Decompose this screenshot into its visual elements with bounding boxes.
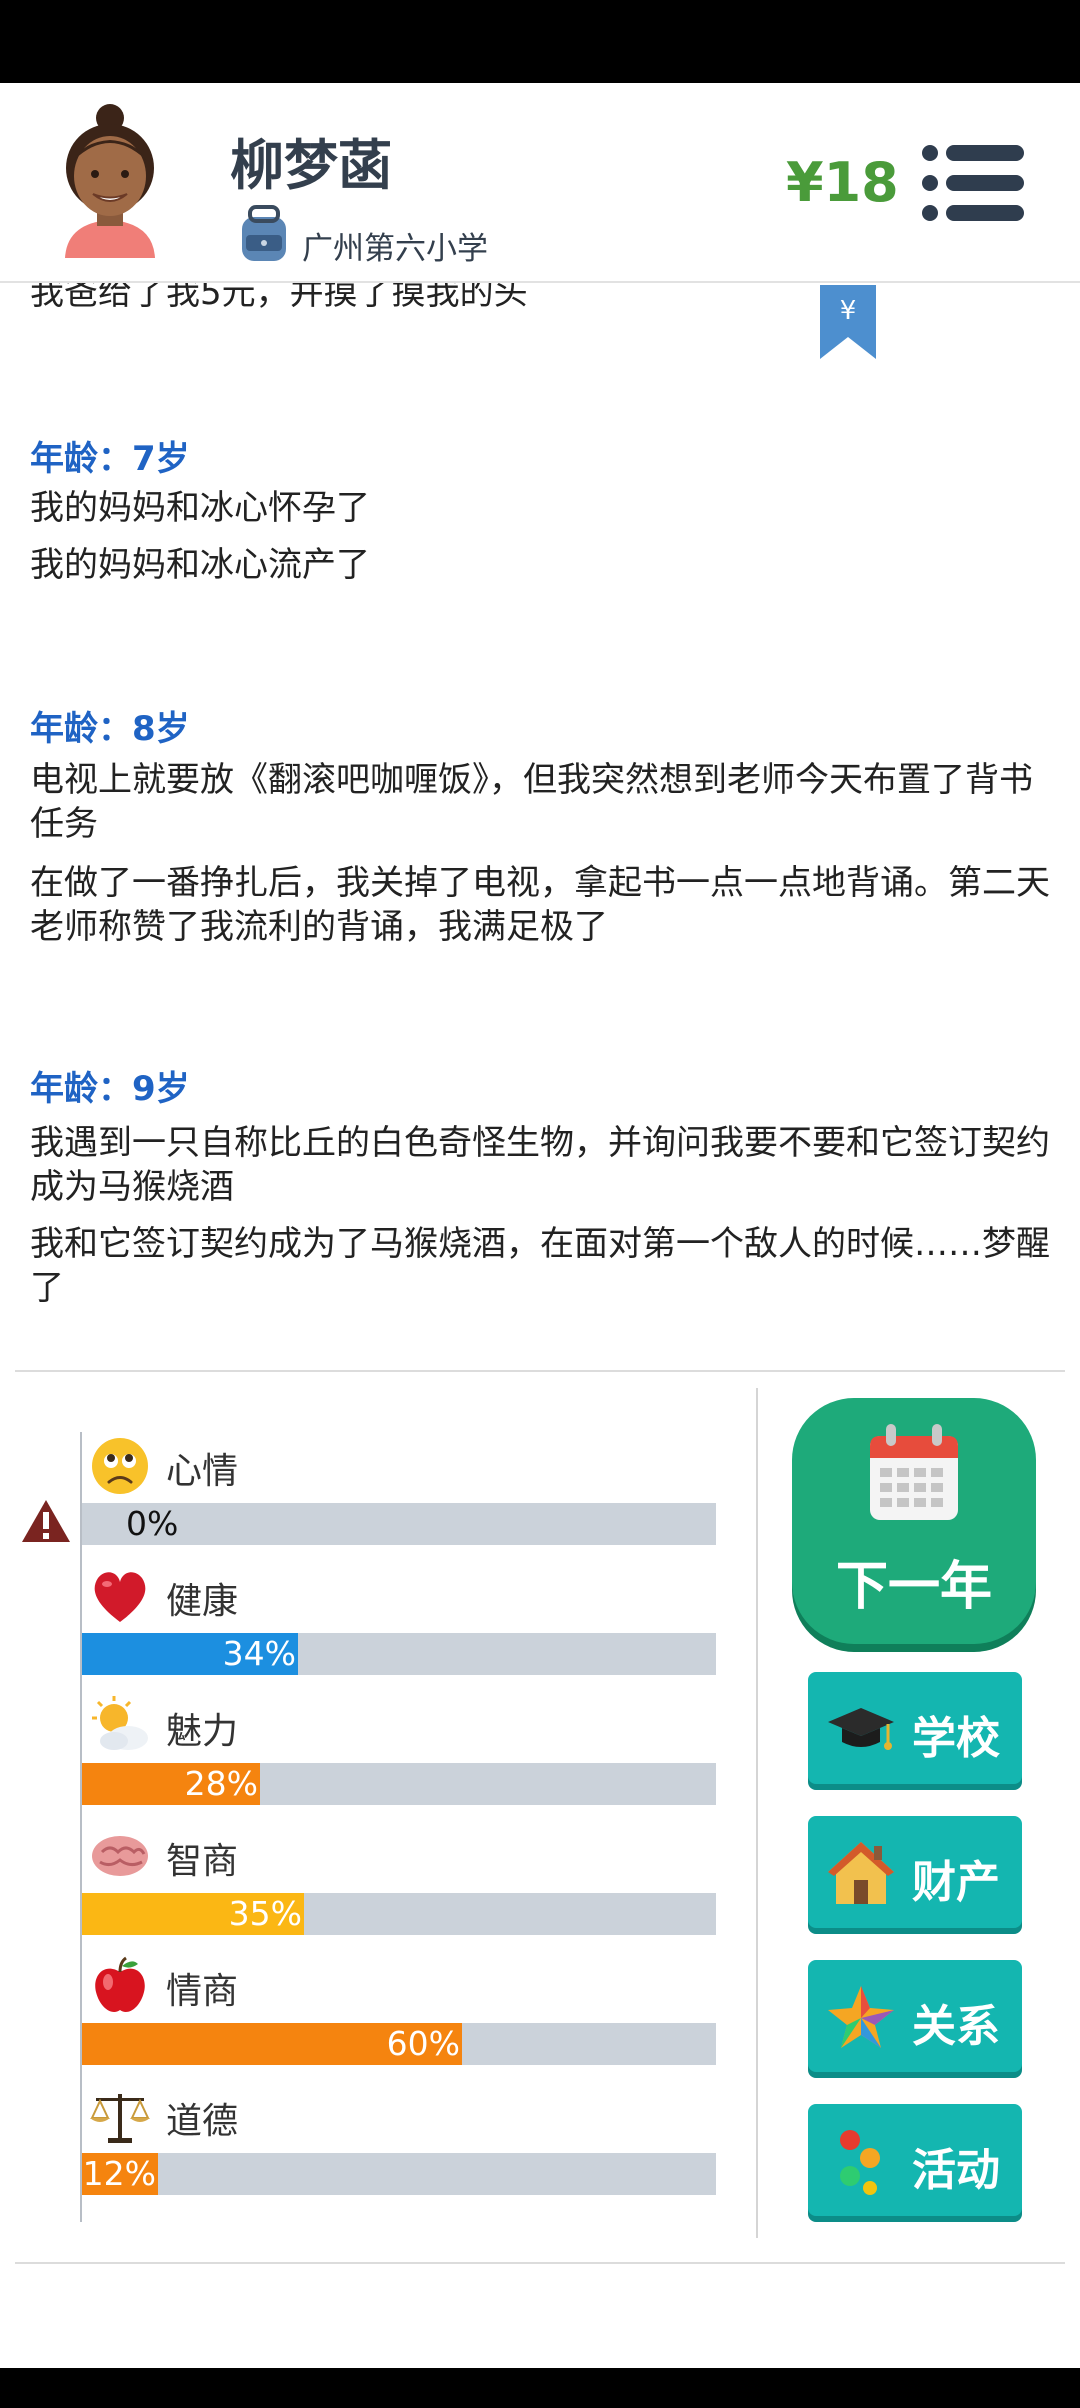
worried-face-icon [92, 1438, 148, 1494]
status-bar [0, 0, 1080, 83]
stat-value: 0% [126, 1504, 179, 1543]
age-title: 年龄：9岁 [30, 1069, 190, 1109]
property-button[interactable]: 财产 [808, 1816, 1022, 1928]
panel-divider [756, 1388, 758, 2238]
stat-value: 35% [228, 1894, 302, 1933]
stat-bar: 60% [82, 2023, 716, 2065]
school-bag-icon [242, 205, 286, 261]
next-year-label: 下一年 [835, 1557, 992, 1617]
event-text: 电视上就要放《翻滚吧咖喱饭》，但我突然想到老师今天布置了背书任务 [30, 760, 1033, 844]
relations-label: 关系 [912, 2001, 1000, 2052]
apple-icon [95, 1956, 145, 2012]
event-text: 我的妈妈和冰心怀孕了 [30, 488, 370, 528]
stat-bar: 12% [82, 2153, 716, 2195]
event-text: 我的妈妈和冰心流产了 [30, 545, 370, 585]
age-title: 年龄：8岁 [30, 709, 190, 749]
stat-bar: 0% [82, 1503, 716, 1545]
money-ribbon-icon[interactable]: ¥ [820, 285, 876, 359]
event-text: 我爸给了我5元，并摸了摸我的头 [30, 281, 528, 313]
player-name: 柳梦菡 [230, 134, 392, 197]
event-text: 我和它签订契约成为了马猴烧酒，在面对第一个敌人的时候……梦醒了 [30, 1224, 1050, 1308]
next-year-button[interactable]: 下一年 [792, 1398, 1036, 1644]
activities-label: 活动 [912, 2145, 1000, 2196]
stat-label: 心情 [166, 1451, 239, 1492]
stat-value: 60% [386, 2024, 460, 2063]
activities-button[interactable]: 活动 [808, 2104, 1022, 2216]
stat-label: 健康 [166, 1581, 239, 1622]
stat-label: 情商 [166, 1971, 239, 2012]
school-button[interactable]: 学校 [808, 1672, 1022, 1784]
sun-cloud-icon [92, 1696, 148, 1750]
stat-value: 28% [184, 1764, 258, 1803]
app-screen: 柳梦菡 广州第六小学 ¥18 我爸给了我5元，并摸了摸我的头 ¥ 年龄：7岁 我… [0, 0, 1080, 2408]
property-label: 财产 [912, 1857, 1000, 1908]
school-label: 学校 [912, 1713, 1000, 1764]
graduation-cap-icon [828, 1708, 894, 1750]
stat-label: 魅力 [166, 1711, 239, 1752]
age-title: 年龄：7岁 [30, 439, 190, 479]
ribbon-symbol: ¥ [840, 296, 857, 326]
brain-icon [92, 1836, 148, 1876]
stat-value: 34% [222, 1634, 296, 1673]
stat-label: 道德 [166, 2101, 239, 2142]
stat-bar: 28% [82, 1763, 716, 1805]
event-text: 在做了一番挣扎后，我关掉了电视，拿起书一点一点地背诵。第二天老师称赞了我流利的背… [30, 863, 1050, 947]
balance-scale-icon [90, 2094, 150, 2143]
star-icon [828, 1986, 894, 2048]
stat-bar: 35% [82, 1893, 716, 1935]
stat-bar: 34% [82, 1633, 716, 1675]
stat-label: 智商 [166, 1841, 239, 1882]
avatar[interactable] [45, 98, 175, 258]
money-amount: ¥18 [786, 151, 899, 214]
heart-icon [94, 1572, 146, 1622]
calendar-icon [870, 1424, 958, 1520]
school-name: 广州第六小学 [302, 231, 488, 267]
profile-header: 柳梦菡 广州第六小学 ¥18 [0, 83, 1080, 283]
house-icon [828, 1842, 894, 1904]
relations-button[interactable]: 关系 [808, 1960, 1022, 2072]
event-text: 我遇到一只自称比丘的白色奇怪生物，并询问我要不要和它签订契约成为马猴烧酒 [30, 1123, 1050, 1207]
divider [15, 2262, 1065, 2264]
activity-dots-icon [840, 2130, 880, 2195]
life-event-log[interactable]: 我爸给了我5元，并摸了摸我的头 ¥ 年龄：7岁 我的妈妈和冰心怀孕了 我的妈妈和… [0, 281, 1080, 1371]
stats-axis-line [80, 1432, 82, 2222]
navigation-bar [0, 2368, 1080, 2408]
stat-value: 12% [82, 2154, 156, 2193]
stats-panel: 心情 0% 健康 34% 魅力 28% 智商 35% 情商 60% 道德 12% [0, 1372, 760, 2252]
menu-icon[interactable] [920, 143, 1024, 223]
warning-icon [22, 1500, 70, 1542]
